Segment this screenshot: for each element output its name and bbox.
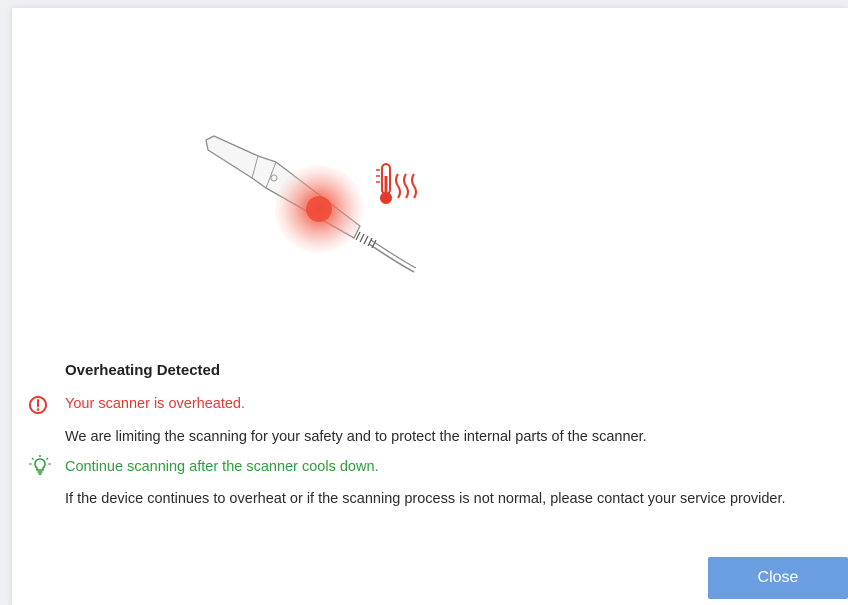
thermometer-heat-icon	[376, 163, 417, 204]
contact-message: If the device continues to overheat or i…	[65, 491, 786, 507]
warning-circle-icon	[29, 396, 47, 414]
warning-message: Your scanner is overheated.	[65, 396, 246, 412]
limit-message: We are limiting the scanning for your sa…	[65, 429, 647, 445]
scanner-overheat-illustration	[205, 135, 417, 273]
dialog-title: Overheating Detected	[65, 362, 221, 379]
close-button[interactable]: Close	[708, 557, 848, 599]
lightbulb-icon	[29, 455, 51, 475]
overheating-dialog: Overheating Detected Your scanner is ove…	[12, 8, 848, 605]
tip-message: Continue scanning after the scanner cool…	[65, 459, 379, 475]
